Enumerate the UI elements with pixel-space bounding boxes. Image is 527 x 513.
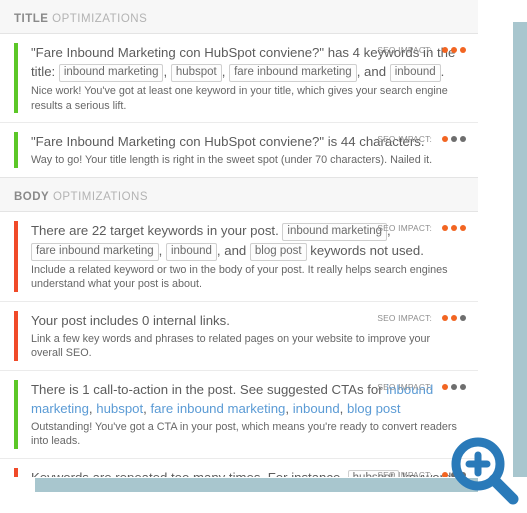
impact-dot-filled-icon <box>442 224 448 231</box>
keyword-tag: inbound marketing <box>58 64 164 82</box>
seo-impact-label: SEO IMPACT: <box>377 45 432 55</box>
headline-text: , and <box>356 64 390 79</box>
seo-impact-indicator: SEO IMPACT: <box>377 313 466 323</box>
impact-dot-filled-icon <box>451 314 457 321</box>
headline-text: , <box>143 400 151 416</box>
headline-text: , <box>163 64 171 79</box>
headline-text: , <box>158 242 166 258</box>
impact-dot-filled-icon <box>451 47 457 53</box>
impact-dot-filled-icon <box>442 383 448 390</box>
section-header-suffix: OPTIMIZATIONS <box>52 13 148 25</box>
headline-text: There is 1 call-to-action in the post. S… <box>31 381 387 397</box>
seo-impact-dots <box>439 47 466 53</box>
impact-dot-filled-icon <box>442 47 448 53</box>
headline-text: . <box>440 64 445 79</box>
recommendation-card[interactable]: "Fare Inbound Marketing con HubSpot conv… <box>0 34 478 123</box>
headline-text: There are 22 target keywords in your pos… <box>31 222 283 238</box>
keyword-tag: inbound <box>389 64 441 82</box>
seo-impact-indicator: SEO IMPACT: <box>377 382 466 392</box>
horizontal-scrollbar[interactable] <box>35 478 478 492</box>
suggested-cta-link[interactable]: inbound <box>293 401 340 416</box>
headline-text: Your post includes 0 internal links. <box>31 312 230 328</box>
headline-text: Keywords are repeated too many times. Fo… <box>31 469 348 478</box>
impact-dot-filled-icon <box>460 47 466 53</box>
section-header: BODY OPTIMIZATIONS <box>0 177 478 211</box>
status-bar-fail-icon <box>14 310 18 361</box>
recommendation-description: Outstanding! You've got a CTA in your po… <box>31 420 457 448</box>
sections-container: TITLE OPTIMIZATIONS "Fare Inbound Marketi… <box>0 0 478 477</box>
seo-impact-dots <box>439 224 466 231</box>
seo-impact-label: SEO IMPACT: <box>377 222 432 233</box>
recommendation-description: Include a related keyword or two in the … <box>31 263 448 291</box>
recommendation-card[interactable]: There are 22 target keywords in your pos… <box>0 211 478 302</box>
impact-dot-empty-icon <box>451 383 457 390</box>
seo-impact-indicator: SEO IMPACT: <box>377 134 466 144</box>
section-header-suffix: OPTIMIZATIONS <box>52 190 149 203</box>
keyword-tag: blog post <box>249 242 307 261</box>
recommendation-list: "Fare Inbound Marketing con HubSpot conv… <box>0 33 478 178</box>
headline-text: "Fare Inbound Marketing con HubSpot conv… <box>31 134 425 149</box>
recommendation-description: Nice work! You've got at least one keywo… <box>31 85 448 112</box>
headline-text: , <box>339 400 347 416</box>
seo-impact-dots <box>439 314 466 321</box>
recommendation-card[interactable]: There is 1 call-to-action in the post. S… <box>0 370 478 459</box>
status-bar-pass-icon <box>14 43 18 113</box>
impact-dot-filled-icon <box>442 314 448 321</box>
impact-dot-empty-icon <box>460 136 466 142</box>
status-bar-fail-icon <box>14 220 18 292</box>
keyword-tag: fare inbound marketing <box>31 242 159 261</box>
optimization-section: BODY OPTIMIZATIONS There are 22 target ke… <box>0 177 478 478</box>
status-bar-fail-icon <box>14 467 18 477</box>
impact-dot-empty-icon <box>460 383 466 390</box>
optimization-section: TITLE OPTIMIZATIONS "Fare Inbound Marketi… <box>0 0 478 178</box>
recommendation-description: Way to go! Your title length is right in… <box>31 154 433 166</box>
impact-dot-filled-icon <box>451 224 457 231</box>
seo-impact-label: SEO IMPACT: <box>377 312 432 323</box>
impact-dot-filled-icon <box>442 136 448 142</box>
headline-text: keywords not used. <box>306 242 424 258</box>
seo-impact-indicator: SEO IMPACT: <box>377 45 466 55</box>
seo-optimizations-panel[interactable]: TITLE OPTIMIZATIONS "Fare Inbound Marketi… <box>0 0 478 477</box>
keyword-tag: fare inbound marketing <box>229 64 357 82</box>
suggested-cta-link[interactable]: hubspot <box>96 401 143 416</box>
keyword-tag: hubspot <box>170 64 222 82</box>
section-header: TITLE OPTIMIZATIONS <box>0 0 478 33</box>
impact-dot-filled-icon <box>460 224 466 231</box>
headline-text: , and <box>216 242 250 258</box>
suggested-cta-link[interactable]: blog post <box>347 401 401 416</box>
zoom-in-magnifier-icon[interactable] <box>447 433 521 507</box>
seo-impact-dots <box>439 136 466 142</box>
section-header-category: TITLE <box>14 13 49 25</box>
status-bar-pass-icon <box>14 379 18 449</box>
recommendation-card[interactable]: "Fare Inbound Marketing con HubSpot conv… <box>0 123 478 177</box>
recommendation-card[interactable]: Keywords are repeated too many times. Fo… <box>0 458 478 478</box>
recommendation-card[interactable]: Your post includes 0 internal links. Link… <box>0 301 478 371</box>
seo-impact-label: SEO IMPACT: <box>377 134 432 144</box>
status-bar-pass-icon <box>14 132 18 168</box>
keyword-tag: inbound <box>165 242 217 261</box>
recommendation-list: There are 22 target keywords in your pos… <box>0 210 478 478</box>
keyword-tag: inbound marketing <box>282 222 388 241</box>
headline-text: , <box>221 64 230 79</box>
seo-impact-label: SEO IMPACT: <box>377 381 432 392</box>
seo-impact-dots <box>439 383 466 390</box>
suggested-cta-link[interactable]: fare inbound marketing <box>151 401 286 416</box>
impact-dot-empty-icon <box>451 136 457 142</box>
seo-impact-indicator: SEO IMPACT: <box>377 223 466 233</box>
recommendation-description: Link a few key words and phrases to rela… <box>31 332 431 360</box>
seo-impact-label: SEO IMPACT: <box>377 469 432 478</box>
headline-text: , <box>285 400 293 416</box>
impact-dot-empty-icon <box>460 314 466 321</box>
vertical-scrollbar[interactable] <box>513 22 527 477</box>
section-header-category: BODY <box>14 190 50 203</box>
